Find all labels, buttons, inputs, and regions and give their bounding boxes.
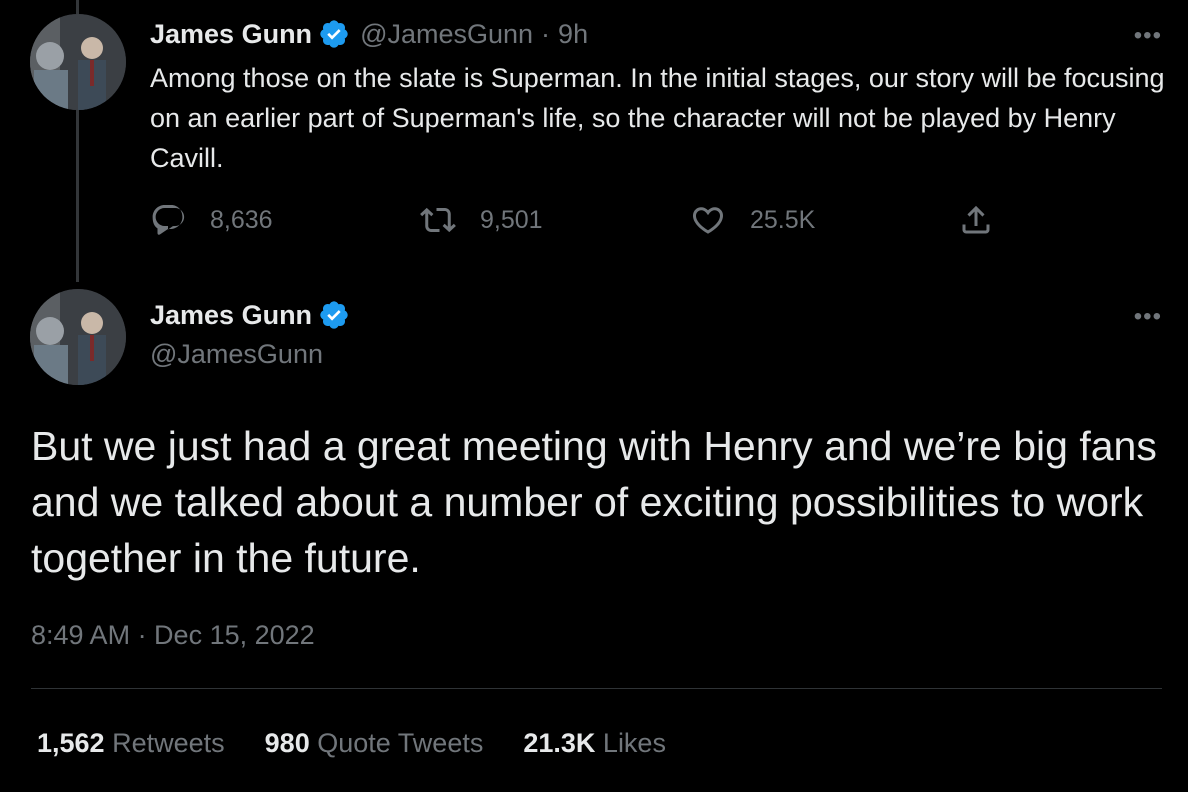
likes-label: Likes [602, 728, 666, 758]
author-name[interactable]: James Gunn [150, 19, 312, 50]
like-button[interactable]: 25.5K [690, 202, 815, 238]
share-icon [962, 205, 990, 234]
avatar[interactable] [30, 14, 126, 110]
more-icon[interactable]: ••• [1134, 305, 1162, 329]
tweet-actions: 8,636 9,501 25.5K [150, 202, 1010, 246]
tweet-text: But we just had a great meeting with Hen… [31, 423, 1157, 581]
avatar[interactable] [30, 289, 126, 385]
like-count: 25.5K [750, 205, 816, 234]
retweets-stat[interactable]: 1,562 Retweets [37, 728, 225, 759]
thread-connector-top [76, 0, 79, 14]
tweet1-header: James Gunn @JamesGunn · 9h [150, 18, 588, 50]
likes-stat[interactable]: 21.3K Likes [523, 728, 666, 759]
like-icon [692, 207, 724, 234]
quotes-label: Quote Tweets [317, 728, 484, 758]
author-handle[interactable]: @JamesGunn [360, 19, 533, 50]
reply-button[interactable]: 8,636 [150, 202, 273, 238]
verified-badge-icon [320, 301, 348, 329]
author-name[interactable]: James Gunn [150, 300, 312, 331]
retweets-label: Retweets [112, 728, 225, 758]
tweet-time[interactable]: 9h [558, 19, 588, 50]
tweet-text: Among those on the slate is Superman. In… [150, 63, 1165, 173]
thread-connector [76, 110, 79, 282]
author-handle[interactable]: @JamesGunn [150, 339, 323, 370]
tweet2-header: James Gunn [150, 299, 350, 331]
tweet-stats: 1,562 Retweets 980 Quote Tweets 21.3K Li… [37, 728, 666, 759]
tweet2-handle-row: @JamesGunn [150, 339, 323, 370]
quotes-count: 980 [264, 728, 310, 758]
tweet-timestamp[interactable]: 8:49 AM · Dec 15, 2022 [31, 620, 315, 651]
separator: · [541, 18, 551, 49]
retweet-button[interactable]: 9,501 [420, 202, 543, 238]
quote-tweets-stat[interactable]: 980 Quote Tweets [265, 728, 484, 759]
reply-icon [152, 205, 185, 235]
verified-badge-icon [320, 20, 348, 48]
divider [31, 688, 1162, 689]
retweets-count: 1,562 [37, 728, 105, 758]
more-icon[interactable]: ••• [1134, 24, 1162, 48]
retweet-count: 9,501 [480, 205, 543, 234]
reply-count: 8,636 [210, 205, 273, 234]
share-button[interactable] [958, 202, 1018, 238]
likes-count: 21.3K [523, 728, 596, 758]
retweet-icon [420, 207, 456, 233]
